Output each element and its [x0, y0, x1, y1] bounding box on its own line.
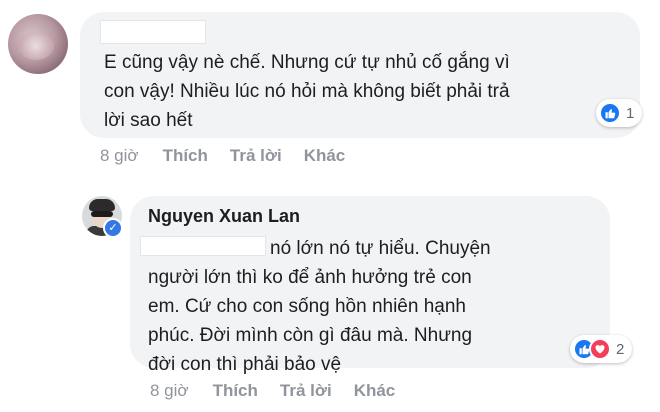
redacted-author-name: [100, 20, 206, 44]
reaction-count: 2: [616, 340, 625, 358]
commenter-avatar[interactable]: [8, 14, 68, 74]
comment-line: lời sao hết: [104, 110, 193, 131]
comment-line: em. Cứ cho con sống hồn nhiên hạnh: [148, 296, 466, 317]
comment-bubble: Nguyen Xuan Lan nó lớn nó tự hiểu. Chuyệ…: [130, 196, 610, 375]
reaction-count: 1: [626, 104, 635, 122]
comment-line: người lớn thì ko để ảnh hưởng trẻ con: [148, 267, 472, 288]
comment-time[interactable]: 8 giờ: [150, 381, 189, 401]
avatar-image: [89, 199, 115, 211]
reaction-summary[interactable]: 1: [596, 99, 643, 127]
reaction-summary[interactable]: 2: [570, 335, 633, 363]
comment-line: con vậy! Nhiều lúc nó hỏi mà không biết …: [104, 81, 510, 102]
like-icon: [599, 102, 621, 124]
comment-line: đời con thì phải bảo vệ: [148, 354, 342, 375]
avatar-image: [91, 211, 113, 217]
more-button[interactable]: Khác: [304, 146, 346, 166]
reply-button[interactable]: Trả lời: [230, 146, 282, 166]
love-icon: [589, 338, 611, 360]
comment-text: E cũng vậy nè chế. Nhưng cứ tự nhủ cố gắ…: [104, 48, 510, 135]
comment-line: nó lớn nó tự hiểu. Chuyện: [270, 238, 491, 259]
like-button[interactable]: Thích: [163, 146, 208, 166]
verified-badge-icon: ✓: [103, 218, 123, 238]
comment-line: E cũng vậy nè chế. Nhưng cứ tự nhủ cố gắ…: [104, 52, 510, 73]
avatar-image: [18, 32, 54, 60]
reply-button[interactable]: Trả lời: [280, 381, 332, 401]
like-button[interactable]: Thích: [213, 381, 258, 401]
more-button[interactable]: Khác: [354, 381, 396, 401]
comment-time[interactable]: 8 giờ: [100, 146, 139, 166]
comment-meta: 8 giờ Thích Trả lời Khác: [150, 381, 417, 401]
comment-bubble: E cũng vậy nè chế. Nhưng cứ tự nhủ cố gắ…: [80, 12, 640, 138]
comment-meta: 8 giờ Thích Trả lời Khác: [100, 146, 367, 166]
comment-line: phúc. Đời mình còn gì đâu mà. Nhưng: [148, 325, 473, 346]
comment-text: nó lớn nó tự hiểu. Chuyện người lớn thì k…: [148, 234, 491, 379]
comment-author[interactable]: Nguyen Xuan Lan: [148, 206, 300, 227]
